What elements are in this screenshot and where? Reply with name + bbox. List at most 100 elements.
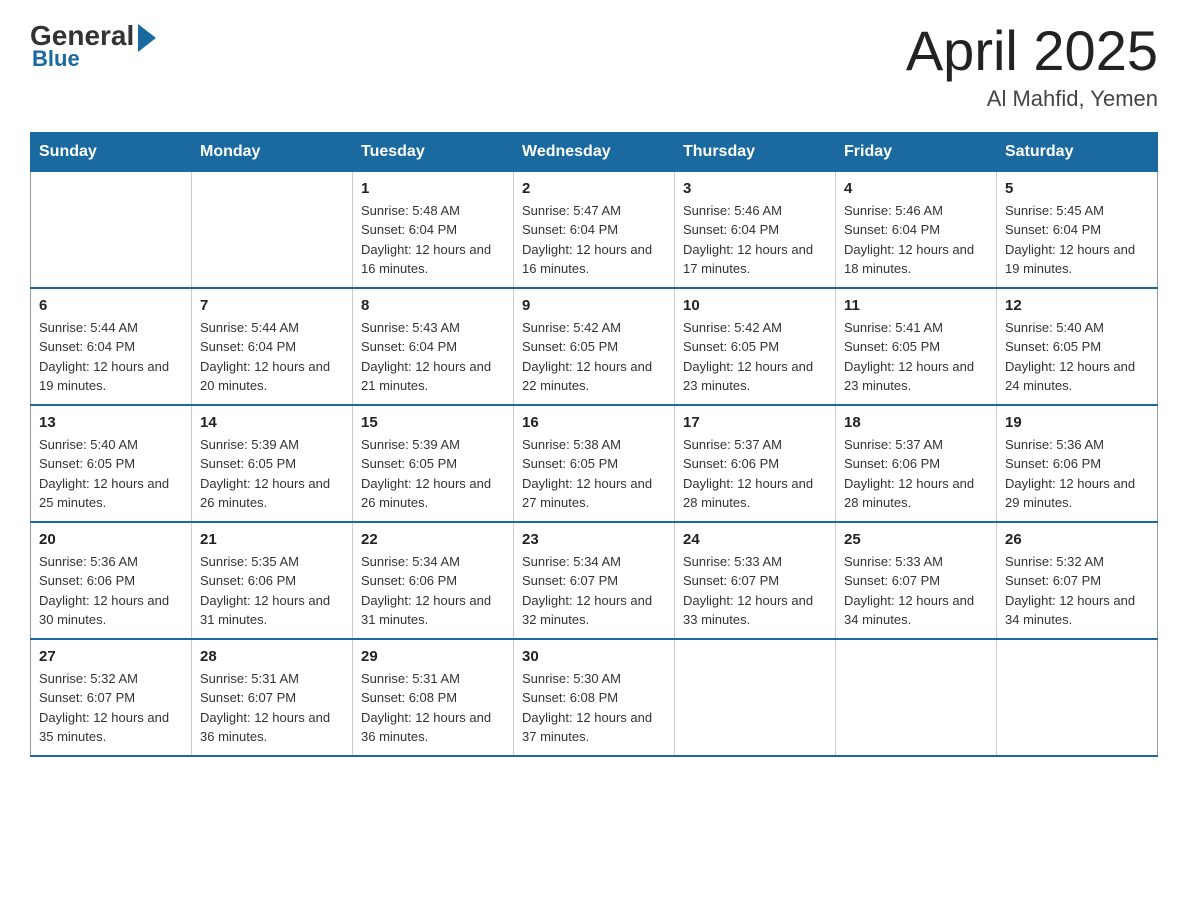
- calendar-cell: 26Sunrise: 5:32 AM Sunset: 6:07 PM Dayli…: [997, 522, 1158, 639]
- day-number: 27: [39, 648, 183, 665]
- calendar-week-row: 13Sunrise: 5:40 AM Sunset: 6:05 PM Dayli…: [31, 405, 1158, 522]
- header-saturday: Saturday: [997, 132, 1158, 171]
- calendar-cell: 30 Sunrise: 5:30 AM Sunset: 6:08 PM Dayli…: [514, 639, 675, 756]
- calendar-table: SundayMondayTuesdayWednesdayThursdayFrid…: [30, 132, 1158, 757]
- day-info: Sunrise: 5:37 AM Sunset: 6:06 PM Dayligh…: [844, 435, 988, 513]
- day-info: Sunrise: 5:30 AM Sunset: 6:08 PM Dayligh…: [522, 669, 666, 747]
- logo: General Blue: [30, 20, 156, 72]
- day-info: Sunrise: 5:40 AM Sunset: 6:05 PM Dayligh…: [1005, 318, 1149, 396]
- day-info: Sunrise: 5:38 AM Sunset: 6:05 PM Dayligh…: [522, 435, 666, 513]
- calendar-week-row: 6 Sunrise: 5:44 AM Sunset: 6:04 PM Daylig…: [31, 288, 1158, 405]
- day-info: Sunrise: 5:42 AM Sunset: 6:05 PM Dayligh…: [522, 318, 666, 396]
- calendar-cell: 13Sunrise: 5:40 AM Sunset: 6:05 PM Dayli…: [31, 405, 192, 522]
- day-info: Sunrise: 5:44 AM Sunset: 6:04 PM Dayligh…: [200, 318, 344, 396]
- day-number: 17: [683, 414, 827, 431]
- calendar-cell: 18 Sunrise: 5:37 AM Sunset: 6:06 PM Dayli…: [836, 405, 997, 522]
- header-tuesday: Tuesday: [353, 132, 514, 171]
- day-info: Sunrise: 5:40 AM Sunset: 6:05 PM Dayligh…: [39, 435, 183, 513]
- calendar-cell: 6 Sunrise: 5:44 AM Sunset: 6:04 PM Daylig…: [31, 288, 192, 405]
- day-number: 4: [844, 180, 988, 197]
- calendar-cell: 5 Sunrise: 5:45 AM Sunset: 6:04 PM Daylig…: [997, 171, 1158, 288]
- calendar-cell: 29 Sunrise: 5:31 AM Sunset: 6:08 PM Dayli…: [353, 639, 514, 756]
- day-number: 1: [361, 180, 505, 197]
- day-number: 22: [361, 531, 505, 548]
- day-info: Sunrise: 5:32 AM Sunset: 6:07 PM Dayligh…: [1005, 552, 1149, 630]
- calendar-cell: 10 Sunrise: 5:42 AM Sunset: 6:05 PM Dayli…: [675, 288, 836, 405]
- day-info: Sunrise: 5:39 AM Sunset: 6:05 PM Dayligh…: [361, 435, 505, 513]
- calendar-week-row: 1 Sunrise: 5:48 AM Sunset: 6:04 PM Daylig…: [31, 171, 1158, 288]
- day-number: 10: [683, 297, 827, 314]
- header-monday: Monday: [192, 132, 353, 171]
- day-number: 9: [522, 297, 666, 314]
- day-info: Sunrise: 5:36 AM Sunset: 6:06 PM Dayligh…: [39, 552, 183, 630]
- calendar-cell: [31, 171, 192, 288]
- day-info: Sunrise: 5:43 AM Sunset: 6:04 PM Dayligh…: [361, 318, 505, 396]
- day-number: 21: [200, 531, 344, 548]
- day-number: 20: [39, 531, 183, 548]
- day-number: 18: [844, 414, 988, 431]
- day-info: Sunrise: 5:33 AM Sunset: 6:07 PM Dayligh…: [683, 552, 827, 630]
- day-number: 3: [683, 180, 827, 197]
- day-number: 29: [361, 648, 505, 665]
- day-number: 16: [522, 414, 666, 431]
- calendar-cell: 20 Sunrise: 5:36 AM Sunset: 6:06 PM Dayli…: [31, 522, 192, 639]
- day-info: Sunrise: 5:46 AM Sunset: 6:04 PM Dayligh…: [683, 201, 827, 279]
- day-info: Sunrise: 5:35 AM Sunset: 6:06 PM Dayligh…: [200, 552, 344, 630]
- month-title: April 2025: [906, 20, 1158, 82]
- day-number: 23: [522, 531, 666, 548]
- calendar-cell: 24 Sunrise: 5:33 AM Sunset: 6:07 PM Dayli…: [675, 522, 836, 639]
- calendar-cell: 27 Sunrise: 5:32 AM Sunset: 6:07 PM Dayli…: [31, 639, 192, 756]
- day-info: Sunrise: 5:34 AM Sunset: 6:06 PM Dayligh…: [361, 552, 505, 630]
- calendar-cell: 28Sunrise: 5:31 AM Sunset: 6:07 PM Dayli…: [192, 639, 353, 756]
- day-number: 24: [683, 531, 827, 548]
- day-info: Sunrise: 5:39 AM Sunset: 6:05 PM Dayligh…: [200, 435, 344, 513]
- calendar-cell: [675, 639, 836, 756]
- day-number: 15: [361, 414, 505, 431]
- day-info: Sunrise: 5:48 AM Sunset: 6:04 PM Dayligh…: [361, 201, 505, 279]
- day-info: Sunrise: 5:42 AM Sunset: 6:05 PM Dayligh…: [683, 318, 827, 396]
- day-info: Sunrise: 5:31 AM Sunset: 6:08 PM Dayligh…: [361, 669, 505, 747]
- calendar-week-row: 20 Sunrise: 5:36 AM Sunset: 6:06 PM Dayli…: [31, 522, 1158, 639]
- calendar-cell: 11 Sunrise: 5:41 AM Sunset: 6:05 PM Dayli…: [836, 288, 997, 405]
- day-number: 2: [522, 180, 666, 197]
- calendar-cell: 23Sunrise: 5:34 AM Sunset: 6:07 PM Dayli…: [514, 522, 675, 639]
- calendar-cell: 25 Sunrise: 5:33 AM Sunset: 6:07 PM Dayli…: [836, 522, 997, 639]
- header-sunday: Sunday: [31, 132, 192, 171]
- day-info: Sunrise: 5:47 AM Sunset: 6:04 PM Dayligh…: [522, 201, 666, 279]
- day-info: Sunrise: 5:32 AM Sunset: 6:07 PM Dayligh…: [39, 669, 183, 747]
- logo-blue-text: Blue: [32, 46, 80, 72]
- day-number: 8: [361, 297, 505, 314]
- calendar-cell: 7 Sunrise: 5:44 AM Sunset: 6:04 PM Daylig…: [192, 288, 353, 405]
- day-info: Sunrise: 5:41 AM Sunset: 6:05 PM Dayligh…: [844, 318, 988, 396]
- day-number: 30: [522, 648, 666, 665]
- calendar-cell: 3 Sunrise: 5:46 AM Sunset: 6:04 PM Daylig…: [675, 171, 836, 288]
- day-info: Sunrise: 5:44 AM Sunset: 6:04 PM Dayligh…: [39, 318, 183, 396]
- day-number: 6: [39, 297, 183, 314]
- day-info: Sunrise: 5:46 AM Sunset: 6:04 PM Dayligh…: [844, 201, 988, 279]
- day-number: 7: [200, 297, 344, 314]
- calendar-cell: 21 Sunrise: 5:35 AM Sunset: 6:06 PM Dayli…: [192, 522, 353, 639]
- day-info: Sunrise: 5:45 AM Sunset: 6:04 PM Dayligh…: [1005, 201, 1149, 279]
- title-section: April 2025 Al Mahfid, Yemen: [906, 20, 1158, 112]
- calendar-cell: [997, 639, 1158, 756]
- calendar-week-row: 27 Sunrise: 5:32 AM Sunset: 6:07 PM Dayli…: [31, 639, 1158, 756]
- calendar-cell: 1 Sunrise: 5:48 AM Sunset: 6:04 PM Daylig…: [353, 171, 514, 288]
- calendar-cell: [836, 639, 997, 756]
- calendar-cell: 17 Sunrise: 5:37 AM Sunset: 6:06 PM Dayli…: [675, 405, 836, 522]
- day-info: Sunrise: 5:36 AM Sunset: 6:06 PM Dayligh…: [1005, 435, 1149, 513]
- day-number: 14: [200, 414, 344, 431]
- day-info: Sunrise: 5:33 AM Sunset: 6:07 PM Dayligh…: [844, 552, 988, 630]
- day-number: 25: [844, 531, 988, 548]
- day-number: 28: [200, 648, 344, 665]
- day-number: 5: [1005, 180, 1149, 197]
- calendar-cell: 14 Sunrise: 5:39 AM Sunset: 6:05 PM Dayli…: [192, 405, 353, 522]
- day-number: 11: [844, 297, 988, 314]
- calendar-cell: 16 Sunrise: 5:38 AM Sunset: 6:05 PM Dayli…: [514, 405, 675, 522]
- page-header: General Blue April 2025 Al Mahfid, Yemen: [30, 20, 1158, 112]
- location-text: Al Mahfid, Yemen: [906, 86, 1158, 112]
- header-thursday: Thursday: [675, 132, 836, 171]
- day-number: 12: [1005, 297, 1149, 314]
- calendar-cell: [192, 171, 353, 288]
- header-friday: Friday: [836, 132, 997, 171]
- day-info: Sunrise: 5:37 AM Sunset: 6:06 PM Dayligh…: [683, 435, 827, 513]
